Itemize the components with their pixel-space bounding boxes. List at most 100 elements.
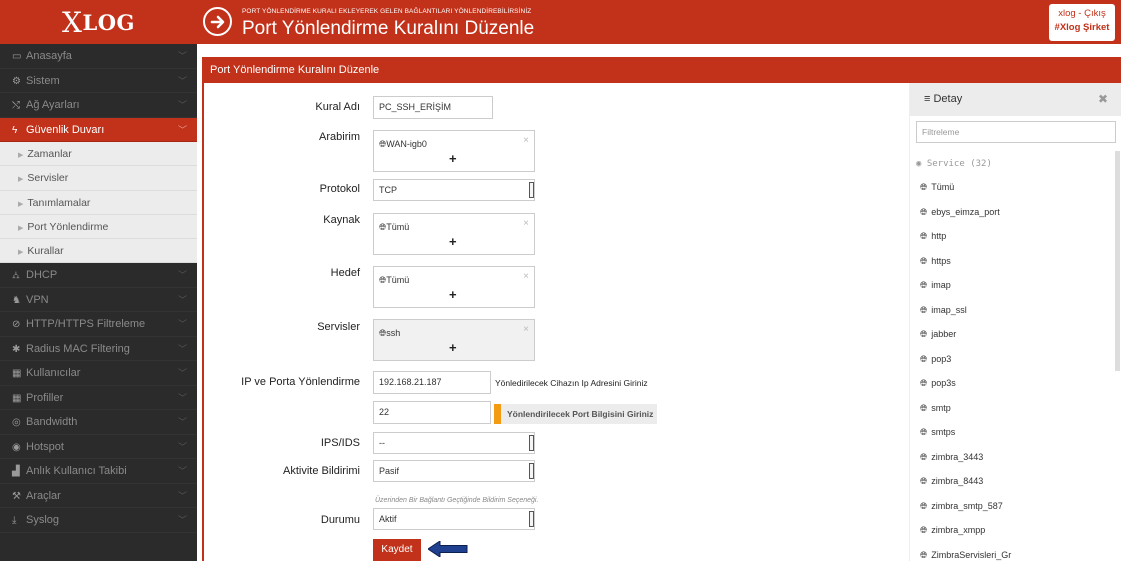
top-bar: PORT YÖNLENDİRME KURALI EKLEYEREK GELEN … [197, 0, 1121, 44]
caret-right-icon: ▶ [18, 249, 24, 257]
sidebar-item[interactable]: ▦ Profiller ﹀ [0, 385, 197, 411]
sidebar-subitem[interactable]: ▶ Zamanlar [0, 142, 197, 167]
interface-tagbox[interactable]: 🌐︎WAN-igb0 × + [373, 130, 535, 172]
add-destination-button[interactable]: + [449, 287, 457, 302]
sidebar-item[interactable]: ▭ Anasayfa ﹀ [0, 44, 197, 69]
sidebar-item[interactable]: ⛼ DHCP ﹀ [0, 263, 197, 288]
sidebar-icon: ▦ [12, 368, 22, 380]
notify-hint: Üzerinden Bir Bağlantı Geçtiğinde Bildir… [375, 497, 539, 504]
service-item[interactable]: 🌐︎ zimbra_xmpp [920, 518, 1011, 543]
sidebar-item[interactable]: ▟ Anlık Kullanıcı Takibi ﹀ [0, 459, 197, 484]
services-tagbox[interactable]: 🌐︎ssh × + [373, 319, 535, 361]
sidebar-subitem-label: Kurallar [27, 245, 64, 258]
ip-input[interactable]: 192.168.21.187 [373, 371, 491, 394]
service-item[interactable]: 🌐︎ https [920, 249, 1011, 274]
service-item[interactable]: 🌐︎ http [920, 224, 1011, 249]
page-title: Port Yönlendirme Kuralını Düzenle [242, 18, 535, 39]
service-item[interactable]: 🌐︎ imap [920, 273, 1011, 298]
service-item[interactable]: 🌐︎ imap_ssl [920, 298, 1011, 323]
chevron-down-icon: ﹀ [177, 51, 187, 61]
save-button[interactable]: Kaydet [373, 539, 421, 561]
sidebar-item[interactable]: ⊘ HTTP/HTTPS Filtreleme ﹀ [0, 312, 197, 337]
org-name: #Xlog Şirket [1054, 22, 1110, 33]
remove-icon[interactable]: × [523, 271, 529, 282]
service-item[interactable]: 🌐︎ zimbra_3443 [920, 445, 1011, 470]
sidebar-subitem[interactable]: ▶ Servisler [0, 166, 197, 191]
service-item[interactable]: 🌐︎ zimbra_smtp_587 [920, 494, 1011, 519]
sidebar-item[interactable]: ⚒ Araçlar ﹀ [0, 483, 197, 509]
sidebar-item[interactable]: ⤓ Syslog ﹀ [0, 508, 197, 533]
sidebar-item-label: Sistem [26, 74, 60, 87]
add-service-button[interactable]: + [449, 340, 457, 355]
ips-value: -- [379, 438, 385, 448]
source-tagbox[interactable]: 🌐︎Tümü × + [373, 213, 535, 255]
service-group-header[interactable]: ◉ Service (32) [916, 159, 992, 169]
destination-tag-label: Tümü [386, 275, 410, 285]
remove-icon[interactable]: × [523, 135, 529, 146]
service-item[interactable]: 🌐︎ ZimbraServisleri_Gr [920, 543, 1011, 561]
service-item[interactable]: 🌐︎ smtp [920, 396, 1011, 421]
sidebar-item-label: Kullanıcılar [26, 367, 81, 380]
sidebar-subitem[interactable]: ▶ Kurallar [0, 239, 197, 264]
circle-icon: ◉ [916, 159, 927, 169]
service-item[interactable]: 🌐︎ zimbra_8443 [920, 469, 1011, 494]
sidebar-subitem-label: Port Yönlendirme [27, 220, 109, 233]
logout-link[interactable]: Çıkış [1084, 8, 1106, 19]
service-item[interactable]: 🌐︎ Tümü [920, 175, 1011, 200]
sidebar-icon: ▦ [12, 392, 22, 404]
add-source-button[interactable]: + [449, 234, 457, 249]
sidebar-icon: ♞ [12, 294, 21, 306]
ips-select[interactable]: -- [373, 432, 535, 454]
service-item[interactable]: 🌐︎ jabber [920, 322, 1011, 347]
sidebar-item-label: Radius MAC Filtering [26, 342, 130, 355]
sidebar: ▭ Anasayfa ﹀ ⚙ Sistem ﹀ ⤭ Ağ Ayarları ﹀ ϟ Güvenlik… [0, 44, 197, 561]
notify-select[interactable]: Pasif [373, 460, 535, 482]
ip-port-label: IP ve Porta Yönlendirme [241, 376, 360, 388]
service-item-label: smtp [931, 402, 951, 413]
ips-label: IPS/IDS [320, 437, 360, 449]
logo-text: LOG [82, 9, 135, 35]
add-interface-button[interactable]: + [449, 151, 457, 166]
sidebar-item[interactable]: ▦ Kullanıcılar ﹀ [0, 361, 197, 386]
sidebar-icon: ▟ [12, 466, 20, 478]
sidebar-icon: ϟ [12, 124, 18, 136]
interface-tag: 🌐︎WAN-igb0 [379, 139, 427, 150]
close-icon[interactable]: ✖ [1098, 83, 1108, 116]
destination-tagbox[interactable]: 🌐︎Tümü × + [373, 266, 535, 308]
chevron-down-icon: ﹀ [177, 75, 187, 86]
sidebar-item[interactable]: ♞ VPN ﹀ [0, 287, 197, 313]
sidebar-item[interactable]: ⚙ Sistem ﹀ [0, 68, 197, 93]
sidebar-icon: ⤭ [12, 100, 20, 111]
protocol-select[interactable]: TCP [373, 179, 535, 201]
sidebar-subitem[interactable]: ▶ Tanımlamalar [0, 190, 197, 215]
filter-input[interactable]: Filtreleme [916, 121, 1116, 143]
globe-icon: 🌐︎ [920, 304, 928, 315]
sidebar-icon: ◉ [12, 441, 21, 453]
port-input[interactable]: 22 [373, 401, 491, 424]
app-root: X LOG PORT YÖNLENDİRME KURALI EKLEYEREK G… [0, 0, 1121, 561]
sidebar-item-label: Güvenlik Duvarı [26, 123, 105, 136]
service-item[interactable]: 🌐︎ pop3 [920, 347, 1011, 372]
rule-name-input[interactable]: PC_SSH_ERİŞİM [373, 96, 493, 119]
service-item-label: pop3 [931, 353, 952, 364]
detail-panel: ≡ Detay ✖ Filtreleme ◉ Service (32) 🌐︎ Tü… [909, 83, 1121, 561]
service-item[interactable]: 🌐︎ pop3s [920, 371, 1011, 396]
status-select[interactable]: Aktif [373, 508, 535, 530]
sidebar-item-label: HTTP/HTTPS Filtreleme [26, 318, 146, 331]
service-item[interactable]: 🌐︎ ebys_eimza_port [920, 200, 1011, 225]
sidebar-item[interactable]: ⤭ Ağ Ayarları ﹀ [0, 93, 197, 118]
globe-icon: 🌐︎ [920, 280, 928, 290]
sidebar-item-label: Anasayfa [26, 50, 72, 62]
logo[interactable]: X LOG [0, 0, 197, 44]
sidebar-subitem[interactable]: ▶ Port Yönlendirme [0, 214, 197, 240]
sidebar-item[interactable]: ◉ Hotspot ﹀ [0, 434, 197, 460]
sidebar-item[interactable]: ◎ Bandwidth ﹀ [0, 410, 197, 435]
remove-icon[interactable]: × [523, 218, 529, 229]
remove-icon[interactable]: × [523, 324, 529, 335]
scrollbar[interactable] [1115, 151, 1120, 371]
sidebar-item[interactable]: ✱ Radius MAC Filtering ﹀ [0, 336, 197, 362]
caret-right-icon: ▶ [18, 176, 24, 184]
service-item-label: smtps [931, 427, 956, 437]
sidebar-item[interactable]: ϟ Güvenlik Duvarı ﹀ [0, 117, 197, 142]
service-item[interactable]: 🌐︎ smtps [920, 420, 1011, 445]
